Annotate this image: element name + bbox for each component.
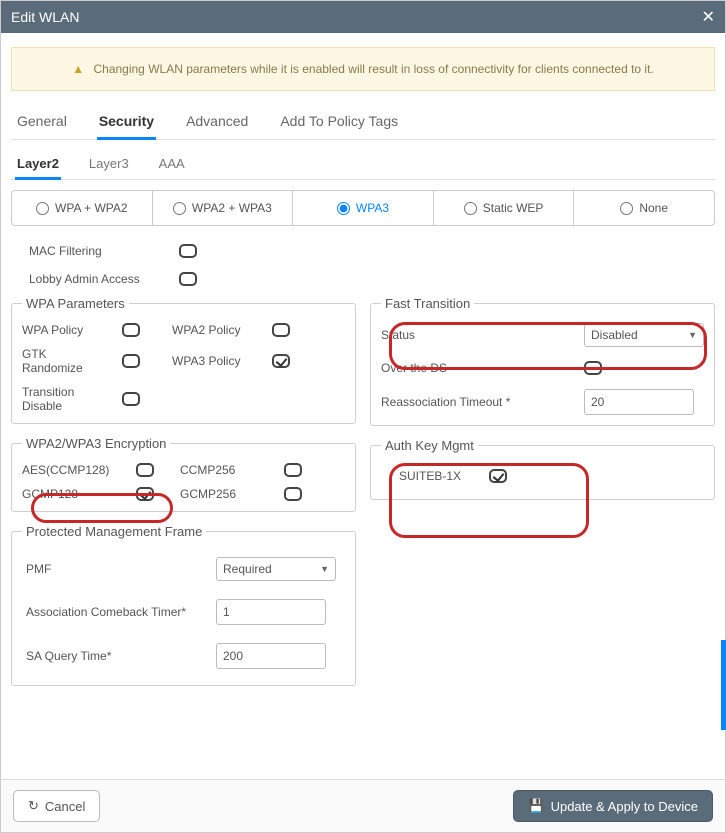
gtk-randomize-checkbox[interactable] (122, 354, 140, 368)
radio-wpa2-wpa3[interactable]: WPA2 + WPA3 (153, 191, 294, 225)
tab-policy-tags[interactable]: Add To Policy Tags (278, 105, 400, 139)
reassoc-timeout-input[interactable] (584, 389, 694, 415)
warning-text: Changing WLAN parameters while it is ena… (93, 62, 653, 76)
pmf-select[interactable]: Required ▼ (216, 557, 336, 581)
tab-security[interactable]: Security (97, 105, 156, 140)
assoc-comeback-label: Association Comeback Timer* (26, 605, 216, 619)
warning-icon: ▲ (72, 62, 84, 76)
modal-title: Edit WLAN (11, 9, 79, 25)
aes-ccmp128-label: AES(CCMP128) (22, 463, 122, 477)
footer: ↻ Cancel 💾 Update & Apply to Device (1, 779, 725, 832)
auth-key-mgmt-group: Auth Key Mgmt SUITEB-1X (370, 438, 715, 500)
wpa-parameters-legend: WPA Parameters (22, 296, 129, 311)
wpa2-policy-checkbox[interactable] (272, 323, 290, 337)
radio-static-wep[interactable]: Static WEP (434, 191, 575, 225)
ft-status-select[interactable]: Disabled ▼ (584, 323, 704, 347)
ft-status-label: Status (381, 328, 576, 342)
mac-filtering-checkbox[interactable] (179, 244, 197, 258)
subtab-layer3[interactable]: Layer3 (87, 150, 131, 179)
over-the-ds-label: Over the DS (381, 361, 576, 375)
pmf-label: PMF (26, 562, 216, 576)
gcmp128-checkbox[interactable] (136, 487, 154, 501)
lobby-admin-label: Lobby Admin Access (29, 272, 159, 286)
gcmp256-label: GCMP256 (180, 487, 270, 501)
ccmp256-checkbox[interactable] (284, 463, 302, 477)
security-mode-radiogroup: WPA + WPA2 WPA2 + WPA3 WPA3 Static WEP N… (11, 190, 715, 226)
gcmp256-checkbox[interactable] (284, 487, 302, 501)
gtk-randomize-label: GTK Randomize (22, 347, 102, 375)
wpa-parameters-group: WPA Parameters WPA Policy WPA2 Policy GT… (11, 296, 356, 424)
encryption-group: WPA2/WPA3 Encryption AES(CCMP128) CCMP25… (11, 436, 356, 512)
ft-status-value: Disabled (591, 328, 638, 342)
main-tabs: General Security Advanced Add To Policy … (11, 105, 715, 140)
lobby-admin-checkbox[interactable] (179, 272, 197, 286)
warning-banner: ▲ Changing WLAN parameters while it is e… (11, 47, 715, 91)
chevron-down-icon: ▼ (688, 330, 697, 340)
tab-advanced[interactable]: Advanced (184, 105, 250, 139)
undo-icon: ↻ (28, 798, 39, 814)
assoc-comeback-input[interactable] (216, 599, 326, 625)
gcmp128-label: GCMP128 (22, 487, 122, 501)
cancel-label: Cancel (45, 799, 85, 814)
radio-wpa3[interactable]: WPA3 (293, 191, 434, 225)
cancel-button[interactable]: ↻ Cancel (13, 790, 100, 822)
wpa-policy-checkbox[interactable] (122, 323, 140, 337)
fast-transition-group: Fast Transition Status Disabled ▼ Over t… (370, 296, 715, 426)
wpa2-policy-label: WPA2 Policy (172, 323, 252, 337)
radio-none[interactable]: None (574, 191, 714, 225)
transition-disable-label: Transition Disable (22, 385, 102, 413)
save-icon: 💾 (528, 798, 544, 814)
auth-key-mgmt-legend: Auth Key Mgmt (381, 438, 478, 453)
radio-wpa-wpa2[interactable]: WPA + WPA2 (12, 191, 153, 225)
apply-button[interactable]: 💾 Update & Apply to Device (513, 790, 713, 822)
suiteb-1x-label: SUITEB-1X (399, 469, 461, 483)
accent-indicator (721, 640, 726, 730)
ccmp256-label: CCMP256 (180, 463, 270, 477)
wpa-policy-label: WPA Policy (22, 323, 102, 337)
close-icon[interactable]: ✕ (702, 7, 715, 27)
encryption-legend: WPA2/WPA3 Encryption (22, 436, 170, 451)
pmf-legend: Protected Management Frame (22, 524, 206, 539)
over-the-ds-checkbox[interactable] (584, 361, 602, 375)
titlebar: Edit WLAN ✕ (1, 1, 725, 33)
subtab-layer2[interactable]: Layer2 (15, 150, 61, 180)
sub-tabs: Layer2 Layer3 AAA (11, 150, 715, 180)
reassoc-timeout-label: Reassociation Timeout * (381, 395, 576, 409)
suiteb-1x-checkbox[interactable] (489, 469, 507, 483)
pmf-select-value: Required (223, 562, 272, 576)
fast-transition-legend: Fast Transition (381, 296, 474, 311)
subtab-aaa[interactable]: AAA (157, 150, 187, 179)
pmf-group: Protected Management Frame PMF Required … (11, 524, 356, 686)
tab-general[interactable]: General (15, 105, 69, 139)
chevron-down-icon: ▼ (320, 564, 329, 574)
sa-query-label: SA Query Time* (26, 649, 216, 663)
mac-filtering-label: MAC Filtering (29, 244, 159, 258)
transition-disable-checkbox[interactable] (122, 392, 140, 406)
sa-query-input[interactable] (216, 643, 326, 669)
wpa3-policy-checkbox[interactable] (272, 354, 290, 368)
apply-label: Update & Apply to Device (551, 799, 698, 814)
aes-ccmp128-checkbox[interactable] (136, 463, 154, 477)
wpa3-policy-label: WPA3 Policy (172, 354, 252, 368)
